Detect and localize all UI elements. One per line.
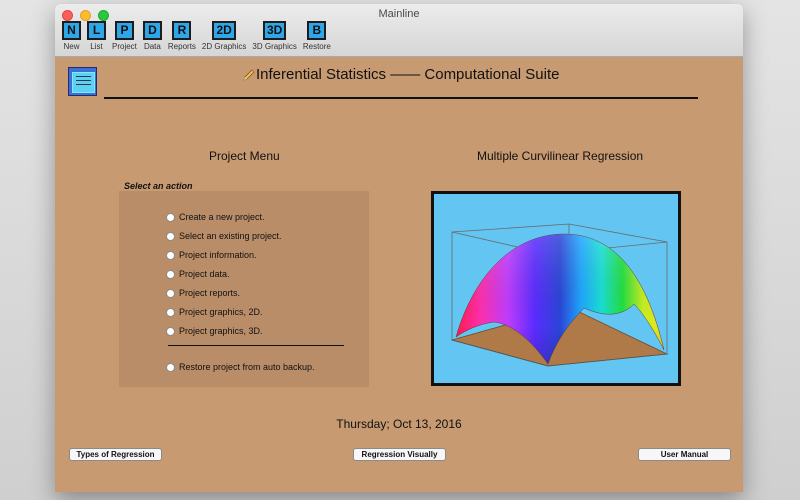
list-icon: L bbox=[87, 21, 106, 40]
surface-plot-graphic bbox=[450, 223, 669, 367]
current-date: Thursday; Oct 13, 2016 bbox=[336, 417, 462, 431]
option-label: Project reports. bbox=[179, 288, 241, 298]
user-manual-button[interactable]: User Manual bbox=[638, 448, 731, 461]
menu-divider bbox=[168, 345, 344, 346]
window-title: Mainline bbox=[378, 8, 420, 20]
regression-visually-button[interactable]: Regression Visually bbox=[353, 448, 446, 461]
pencil-icon bbox=[243, 69, 255, 81]
option-label: Project graphics, 2D. bbox=[179, 307, 263, 317]
toolbar-list-button[interactable]: L List bbox=[84, 21, 109, 51]
option-label: Project graphics, 3D. bbox=[179, 326, 263, 336]
option-project-information[interactable]: Project information. bbox=[166, 250, 257, 260]
toolbar-project-button[interactable]: P Project bbox=[109, 21, 140, 51]
option-label: Restore project from auto backup. bbox=[179, 362, 315, 372]
toolbar-2d-graphics-label: 2D Graphics bbox=[201, 42, 247, 51]
toolbar-reports-button[interactable]: R Reports bbox=[165, 21, 199, 51]
radio-button[interactable] bbox=[166, 212, 175, 222]
option-label: Create a new project. bbox=[179, 212, 265, 222]
radio-button[interactable] bbox=[166, 326, 175, 336]
option-project-data[interactable]: Project data. bbox=[166, 269, 230, 279]
app-title: Inferential Statistics —— Computational … bbox=[256, 66, 560, 83]
toolbar-new-label: New bbox=[63, 42, 80, 51]
option-create-project[interactable]: Create a new project. bbox=[166, 212, 265, 222]
restore-icon: B bbox=[307, 21, 327, 40]
project-menu-title: Project Menu bbox=[209, 149, 280, 163]
data-icon: D bbox=[142, 21, 162, 40]
regression-preview-image bbox=[431, 191, 681, 386]
main-window: Mainline N New L List P Project D Data R… bbox=[55, 4, 743, 492]
option-label: Select an existing project. bbox=[179, 231, 282, 241]
project-icon: P bbox=[114, 21, 134, 40]
toolbar-3d-graphics-label: 3D Graphics bbox=[252, 42, 297, 51]
radio-button[interactable] bbox=[166, 250, 175, 260]
toolbar-3d-graphics-button[interactable]: 3D 3D Graphics bbox=[249, 21, 299, 51]
toolbar-2d-graphics-button[interactable]: 2D 2D Graphics bbox=[199, 21, 249, 51]
toolbar-data-button[interactable]: D Data bbox=[140, 21, 165, 51]
app-logo-icon bbox=[68, 67, 97, 96]
option-select-project[interactable]: Select an existing project. bbox=[166, 231, 282, 241]
types-of-regression-button[interactable]: Types of Regression bbox=[69, 448, 162, 461]
toolbar: N New L List P Project D Data R Reports … bbox=[59, 21, 334, 51]
toolbar-reports-label: Reports bbox=[167, 42, 196, 51]
3d-graphics-icon: 3D bbox=[262, 21, 287, 40]
toolbar-list-label: List bbox=[90, 42, 103, 51]
toolbar-project-label: Project bbox=[112, 42, 137, 51]
radio-button[interactable] bbox=[166, 231, 175, 241]
option-project-reports[interactable]: Project reports. bbox=[166, 288, 240, 298]
title-bar: Mainline N New L List P Project D Data R… bbox=[55, 4, 743, 57]
toolbar-new-button[interactable]: N New bbox=[59, 21, 84, 51]
radio-button[interactable] bbox=[166, 307, 175, 317]
reports-icon: R bbox=[172, 21, 192, 40]
2d-graphics-icon: 2D bbox=[212, 21, 236, 40]
option-project-graphics-2d[interactable]: Project graphics, 2D. bbox=[166, 307, 263, 317]
preview-title: Multiple Curvilinear Regression bbox=[477, 149, 644, 163]
toolbar-data-label: Data bbox=[143, 42, 161, 51]
new-icon: N bbox=[62, 21, 81, 40]
radio-button[interactable] bbox=[166, 288, 175, 298]
option-restore-backup[interactable]: Restore project from auto backup. bbox=[166, 362, 315, 372]
project-menu-panel: Create a new project. Select an existing… bbox=[119, 191, 369, 387]
radio-button[interactable] bbox=[166, 269, 175, 279]
toolbar-restore-button[interactable]: B Restore bbox=[300, 21, 334, 51]
option-label: Project data. bbox=[179, 269, 230, 279]
title-divider bbox=[104, 97, 698, 99]
toolbar-restore-label: Restore bbox=[302, 42, 331, 51]
radio-button[interactable] bbox=[166, 362, 175, 372]
select-action-label: Select an action bbox=[124, 181, 193, 191]
option-label: Project information. bbox=[179, 250, 257, 260]
option-project-graphics-3d[interactable]: Project graphics, 3D. bbox=[166, 326, 263, 336]
